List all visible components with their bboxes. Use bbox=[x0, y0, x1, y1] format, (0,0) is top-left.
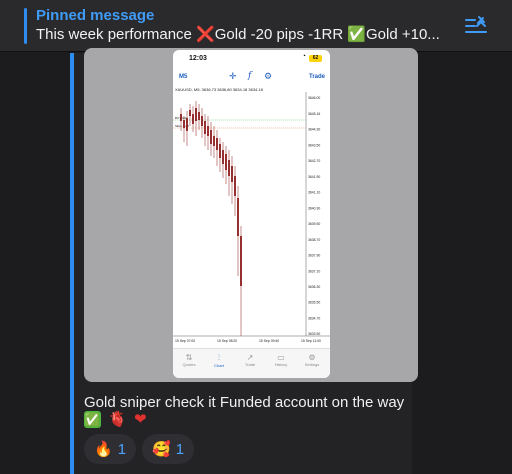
pinned-accent-bar bbox=[24, 8, 27, 44]
time-ticks-group: 15 Sep 07:00 15 Sep 08:20 15 Sep 09:40 15 S… bbox=[175, 339, 321, 343]
price-tick-label: 3640.30 bbox=[308, 206, 320, 210]
price-tick-label: 3639.50 bbox=[308, 222, 320, 226]
trade-icon: ↗ bbox=[246, 353, 254, 362]
tab-settings: ⚙ Settings bbox=[298, 353, 326, 367]
candles-group bbox=[180, 101, 242, 336]
phone-status-bar: 12:03 ◔ 62 bbox=[173, 50, 330, 66]
price-tick-label: 3645.16 bbox=[308, 112, 320, 116]
time-tick-label: 15 Sep 08:20 bbox=[217, 339, 237, 343]
history-icon: ▭ bbox=[277, 353, 285, 362]
battery-icon: 62 bbox=[309, 55, 322, 62]
indicator-icon: f bbox=[248, 71, 252, 81]
smiling-hearts-icon: 🥰 bbox=[152, 440, 171, 458]
candle-body bbox=[240, 236, 242, 286]
timeframe-label: M5 bbox=[179, 74, 188, 80]
price-tick-label: 3637.90 bbox=[308, 254, 320, 258]
candle-body bbox=[225, 154, 227, 170]
phone-screenshot: 12:03 ◔ 62 M5 ✛ f ⚙ Trade XAUUSD, M5: 36… bbox=[173, 50, 330, 378]
tab-trade: ↗ Trade bbox=[236, 353, 264, 367]
candle-body bbox=[210, 130, 212, 144]
pinned-list-icon[interactable] bbox=[464, 13, 490, 39]
reaction-love-count: 1 bbox=[175, 441, 185, 458]
candle-body bbox=[231, 166, 233, 182]
candle-body bbox=[186, 118, 188, 131]
price-tick-label: 3646.00 bbox=[308, 96, 320, 100]
price-tick-label: 3643.50 bbox=[308, 143, 320, 147]
reaction-fire-count: 1 bbox=[117, 441, 127, 458]
candle-body bbox=[189, 110, 191, 116]
quotes-icon: ⇅ bbox=[185, 353, 193, 362]
trade-label: Trade bbox=[308, 74, 325, 80]
candle-body bbox=[204, 121, 206, 134]
message-photo[interactable]: 12:03 ◔ 62 M5 ✛ f ⚙ Trade XAUUSD, M5: 36… bbox=[84, 48, 418, 382]
pinned-text-prefix: This week performance bbox=[36, 26, 197, 43]
price-tick-label: 3637.10 bbox=[308, 269, 320, 273]
candle-body bbox=[234, 176, 236, 196]
candle-body bbox=[213, 136, 215, 146]
tab-quotes: ⇅ Quotes bbox=[175, 353, 203, 367]
status-time: 12:03 bbox=[189, 55, 207, 62]
price-tick-label: 3644.30 bbox=[308, 128, 320, 132]
candle-body bbox=[201, 116, 203, 126]
pinned-text: This week performance ❌Gold -20 pips -1R… bbox=[36, 25, 454, 43]
price-tick-label: 3641.90 bbox=[308, 175, 320, 179]
pinned-title: Pinned message bbox=[36, 7, 155, 24]
phone-tab-bar: ⇅ Quotes ⫶ Chart ↗ Trade ▭ History ⚙ Settings bbox=[173, 348, 330, 378]
price-tick-label: 3636.30 bbox=[308, 285, 320, 289]
candle-body bbox=[228, 160, 230, 176]
tab-chart-label: Chart bbox=[214, 363, 224, 368]
time-tick-label: 15 Sep 09:40 bbox=[259, 339, 279, 343]
cross-icon: ❌ bbox=[196, 25, 215, 43]
tab-settings-label: Settings bbox=[304, 362, 320, 367]
price-tick-label: 3641.10 bbox=[308, 191, 320, 195]
caption-emoji-row: ✅ 🫀 ❤ bbox=[84, 410, 150, 428]
crosshair-icon: ✛ bbox=[229, 71, 237, 81]
settings-icon: ⚙ bbox=[308, 353, 316, 362]
price-chart: XAUUSD, M5: 3636.73 3636.80 3634.18 3634… bbox=[173, 87, 330, 343]
candle-body bbox=[192, 114, 194, 124]
chart-toolbar: M5 ✛ f ⚙ Trade bbox=[173, 68, 330, 86]
candle-body bbox=[222, 150, 224, 164]
price-tick-label: 3635.50 bbox=[308, 301, 320, 305]
price-tick-label: 3633.90 bbox=[308, 332, 320, 336]
candle-body bbox=[216, 138, 218, 150]
price-tick-label: 3638.70 bbox=[308, 238, 320, 242]
wifi-icon: ◔ bbox=[301, 53, 306, 60]
time-tick-label: 15 Sep 07:00 bbox=[175, 339, 195, 343]
price-ticks-group: 3646.00 3645.16 3644.30 3643.50 3642.70 3641.… bbox=[308, 96, 320, 336]
check-icon: ✅ bbox=[347, 25, 367, 43]
candle-body bbox=[180, 114, 182, 121]
reaction-fire[interactable]: 🔥 1 bbox=[84, 434, 137, 464]
candle-body bbox=[207, 126, 209, 136]
tab-trade-label: Trade bbox=[244, 362, 256, 367]
candle-body bbox=[198, 112, 200, 120]
chart-icon: ⫶ bbox=[218, 353, 220, 362]
tab-chart: ⫶ Chart bbox=[205, 353, 233, 368]
price-tick-label: 3642.70 bbox=[308, 159, 320, 163]
pinned-text-suffix: Gold +10... bbox=[366, 26, 440, 43]
tab-history-label: History bbox=[274, 362, 288, 367]
chart-symbol-header: XAUUSD, M5: 3636.73 3636.80 3634.18 3634… bbox=[175, 87, 264, 92]
tab-history: ▭ History bbox=[267, 353, 295, 367]
heart-emoji: ❤ bbox=[134, 410, 147, 428]
message-caption: Gold sniper check it Funded account on t… bbox=[84, 394, 405, 411]
candle-body bbox=[219, 144, 221, 158]
check-emoji: ✅ bbox=[84, 411, 101, 428]
candle-body bbox=[195, 108, 197, 121]
reaction-love[interactable]: 🥰 1 bbox=[142, 434, 195, 464]
time-tick-label: 15 Sep 11:00 bbox=[301, 339, 321, 343]
fire-icon: 🔥 bbox=[94, 440, 113, 458]
pinned-text-mid: Gold -20 pips -1RR bbox=[214, 26, 348, 43]
objects-icon: ⚙ bbox=[264, 71, 273, 81]
pinned-message-bar[interactable]: Pinned message This week performance ❌Go… bbox=[0, 0, 512, 52]
tab-quotes-label: Quotes bbox=[182, 362, 196, 367]
price-tick-label: 3634.70 bbox=[308, 316, 320, 320]
anatomical-heart-emoji: 🫀 bbox=[108, 410, 127, 428]
candle-body bbox=[237, 198, 239, 236]
candle-body bbox=[183, 120, 185, 128]
